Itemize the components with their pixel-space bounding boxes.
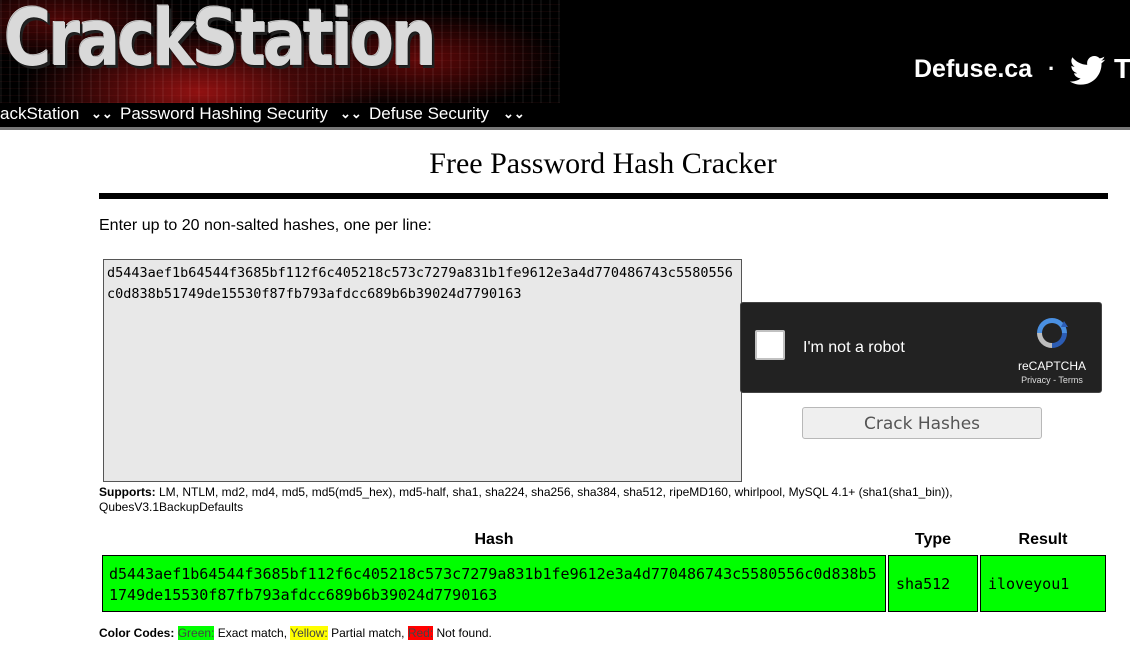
- main-nav: ackStation ⌄⌄ Password Hashing Security …: [0, 103, 1130, 130]
- result-type-cell: sha512: [888, 555, 978, 612]
- header-separator: ·: [1048, 56, 1056, 81]
- instructions-text: Enter up to 20 non-salted hashes, one pe…: [99, 217, 432, 234]
- recaptcha-privacy-terms[interactable]: Privacy - Terms: [1011, 375, 1093, 385]
- double-chevron-down-icon[interactable]: ⌄⌄: [503, 106, 525, 122]
- legend-red-text: Not found.: [433, 626, 492, 640]
- site-logo[interactable]: CrackStation: [4, 0, 437, 84]
- supports-list: LM, NTLM, md2, md4, md5, md5(md5_hex), m…: [99, 485, 953, 514]
- hash-input-textarea[interactable]: d5443aef1b64544f3685bf112f6c405218c573c7…: [103, 259, 742, 482]
- column-header-type: Type: [914, 531, 952, 548]
- recaptcha-label: I'm not a robot: [803, 339, 905, 356]
- legend-label: Color Codes:: [99, 626, 175, 640]
- recaptcha-logo-icon: [1037, 318, 1068, 348]
- supports-label: Supports:: [99, 485, 156, 499]
- column-header-result: Result: [1018, 531, 1068, 548]
- twitter-label-partial[interactable]: T: [1114, 53, 1130, 85]
- recaptcha-brand: reCAPTCHA: [1017, 359, 1086, 373]
- double-chevron-down-icon[interactable]: ⌄⌄: [91, 106, 113, 122]
- column-header-hash: Hash: [474, 531, 514, 548]
- nav-item-crackstation[interactable]: ackStation: [0, 104, 79, 124]
- legend-red: Red:: [407, 626, 434, 640]
- recaptcha-checkbox[interactable]: [755, 330, 785, 360]
- legend-yellow: Yellow:: [290, 626, 328, 640]
- site-banner: CrackStation Defuse.ca · T: [0, 0, 1130, 103]
- nav-item-password-hashing-security[interactable]: Password Hashing Security: [120, 104, 328, 124]
- nav-item-defuse-security[interactable]: Defuse Security: [369, 104, 489, 124]
- result-value-cell: iloveyou1: [980, 555, 1106, 612]
- legend-green: Green:: [177, 626, 215, 640]
- double-chevron-down-icon[interactable]: ⌄⌄: [340, 106, 362, 122]
- legend-yellow-text: Partial match,: [327, 626, 408, 640]
- recaptcha-widget: I'm not a robot reCAPTCHA Privacy - Term…: [740, 302, 1102, 393]
- legend-green-text: Exact match,: [214, 626, 291, 640]
- crack-hashes-button[interactable]: Crack Hashes: [802, 407, 1042, 439]
- defuse-link[interactable]: Defuse.ca: [914, 55, 1032, 84]
- color-codes-legend: Color Codes: Green: Exact match, Yellow:…: [99, 626, 492, 640]
- page-title: Free Password Hash Cracker: [429, 147, 777, 180]
- supported-algorithms: Supports: LM, NTLM, md2, md4, md5, md5(m…: [99, 485, 1029, 515]
- twitter-bird-icon[interactable]: [1070, 56, 1106, 86]
- result-hash-cell: d5443aef1b64544f3685bf112f6c405218c573c7…: [102, 555, 886, 612]
- title-divider: [99, 193, 1108, 199]
